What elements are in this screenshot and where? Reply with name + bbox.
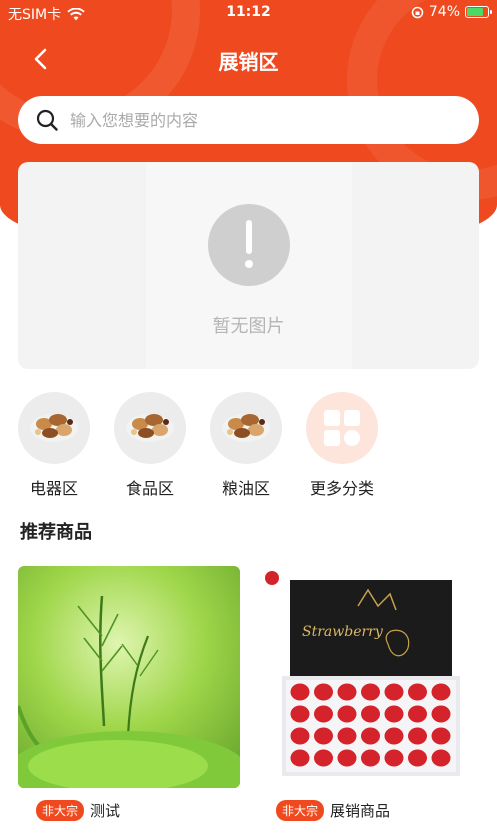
category-electrical[interactable]: 电器区 xyxy=(6,392,102,499)
product-badge: 非大宗 xyxy=(36,800,85,821)
strawberry xyxy=(408,727,427,745)
strawberry xyxy=(337,727,357,745)
page-title: 展销区 xyxy=(218,50,279,74)
strawberry xyxy=(361,683,380,701)
sprout-photo xyxy=(18,566,240,788)
category-label: 粮油区 xyxy=(221,479,270,498)
box-brand-text: Strawberry xyxy=(302,624,384,640)
strawberry xyxy=(314,705,333,723)
category-label: 电器区 xyxy=(29,479,78,498)
strawberry xyxy=(408,749,427,767)
strawberry xyxy=(314,683,333,701)
strawberry xyxy=(290,683,310,701)
category-row: 电器区 食品区 粮油区 更多分类 xyxy=(0,392,497,502)
nuts-image xyxy=(18,392,90,464)
category-grain-oil[interactable]: 粮油区 xyxy=(198,392,294,499)
strawberry xyxy=(361,749,380,767)
grid-icon xyxy=(306,392,378,464)
product-card-expo[interactable]: Strawberry 非大宗 展销商品 xyxy=(258,566,480,821)
battery-percent: 74% xyxy=(428,4,460,20)
product-card-test[interactable]: 非大宗 测试 xyxy=(18,566,240,821)
orientation-lock-icon xyxy=(411,6,424,18)
product-badge: 非大宗 xyxy=(276,800,325,821)
strawberry xyxy=(384,683,404,701)
strawberry xyxy=(431,749,451,767)
category-more[interactable]: 更多分类 xyxy=(294,392,390,499)
category-label: 食品区 xyxy=(125,479,174,498)
strawberry xyxy=(431,705,451,723)
section-title: 推荐商品 xyxy=(20,522,92,543)
strawberry xyxy=(431,683,451,701)
strawberry xyxy=(290,727,310,745)
strawberry xyxy=(408,683,427,701)
strawberry xyxy=(290,705,310,723)
nuts-image xyxy=(114,392,186,464)
strawberry xyxy=(314,727,333,745)
category-food[interactable]: 食品区 xyxy=(102,392,198,499)
product-name: 测试 xyxy=(90,802,121,820)
strawberry xyxy=(384,727,404,745)
strawberry xyxy=(361,705,380,723)
search-bar[interactable] xyxy=(18,96,479,144)
status-bar: 无SIM卡 11:12 74% xyxy=(0,0,497,26)
battery-icon xyxy=(465,6,492,18)
strawberry-box-photo: Strawberry xyxy=(258,566,480,788)
strawberry xyxy=(384,705,404,723)
nuts-image xyxy=(210,392,282,464)
product-name: 展销商品 xyxy=(330,802,391,820)
search-input[interactable] xyxy=(70,110,430,130)
strawberry xyxy=(337,749,357,767)
alert-icon xyxy=(208,204,290,286)
strawberry xyxy=(361,727,380,745)
banner-empty-text: 暂无图片 xyxy=(212,316,285,337)
banner-placeholder[interactable]: 暂无图片 xyxy=(18,162,479,369)
strawberry xyxy=(337,683,357,701)
strawberry xyxy=(290,749,310,767)
strawberry xyxy=(337,705,357,723)
strawberry xyxy=(314,749,333,767)
strawberry xyxy=(431,727,451,745)
category-label: 更多分类 xyxy=(309,479,374,498)
strawberry xyxy=(384,749,404,767)
strawberry xyxy=(408,705,427,723)
search-icon xyxy=(36,109,58,131)
